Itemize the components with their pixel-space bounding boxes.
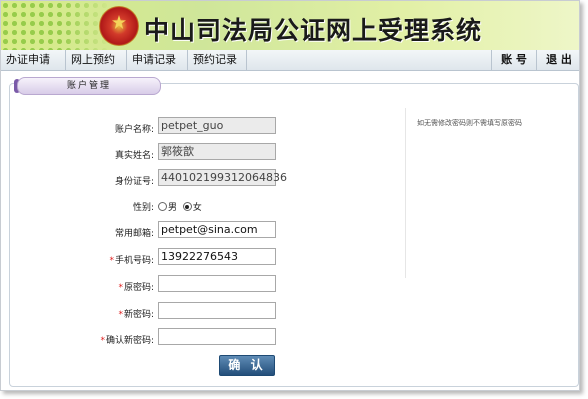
account-name-field[interactable]: petpet_guo <box>158 117 276 134</box>
email-field[interactable]: petpet@sina.com <box>158 221 276 238</box>
confirm-password-field[interactable] <box>158 328 276 345</box>
site-title: 中山司法局公证网上受理系统 <box>144 16 483 45</box>
nav-logout[interactable]: 退 出 <box>536 50 579 70</box>
label-new-password: *新密码: <box>118 310 154 320</box>
section-tab: 账户管理 <box>17 77 161 95</box>
app-window: 中山司法局公证网上受理系统 办证申请 网上预约 申请记录 预约记录 账 号 退 … <box>0 0 580 391</box>
header-banner: 中山司法局公证网上受理系统 <box>1 1 579 50</box>
label-real-name: 真实姓名: <box>114 151 154 161</box>
nav-item-booking-records[interactable]: 预约记录 <box>188 50 247 70</box>
gender-male-radio[interactable] <box>158 202 167 211</box>
label-gender: 性别: <box>132 203 154 213</box>
column-divider <box>405 108 406 278</box>
label-account-name: 账户名称: <box>114 125 154 135</box>
nav-item-apply[interactable]: 办证申请 <box>1 50 66 70</box>
real-name-field[interactable]: 郭筱歆 <box>158 143 276 160</box>
main-nav: 办证申请 网上预约 申请记录 预约记录 账 号 退 出 <box>1 50 579 71</box>
old-password-field[interactable] <box>158 275 276 292</box>
password-hint: 如无需修改密码则不需填写原密码 <box>417 119 522 127</box>
label-phone: *手机号码: <box>109 256 154 266</box>
gender-female-label: 女 <box>192 203 202 213</box>
phone-field[interactable]: 13922276543 <box>158 248 276 265</box>
court-emblem-icon <box>99 6 139 46</box>
new-password-field[interactable] <box>158 302 276 319</box>
label-id-number: 身份证号: <box>114 177 154 187</box>
gender-female-radio[interactable] <box>182 202 192 211</box>
label-confirm-password: *确认新密码: <box>100 336 154 346</box>
label-old-password: *原密码: <box>118 283 154 293</box>
nav-item-apply-records[interactable]: 申请记录 <box>127 50 188 70</box>
id-number-field[interactable]: 440102199312064836 <box>158 169 287 186</box>
nav-account[interactable]: 账 号 <box>491 50 536 70</box>
confirm-button[interactable]: 确 认 <box>219 355 275 376</box>
nav-item-booking[interactable]: 网上预约 <box>66 50 127 70</box>
gender-male-label: 男 <box>168 203 178 213</box>
label-email: 常用邮箱: <box>114 229 154 239</box>
gender-radio-group: 男 女 <box>158 200 202 213</box>
